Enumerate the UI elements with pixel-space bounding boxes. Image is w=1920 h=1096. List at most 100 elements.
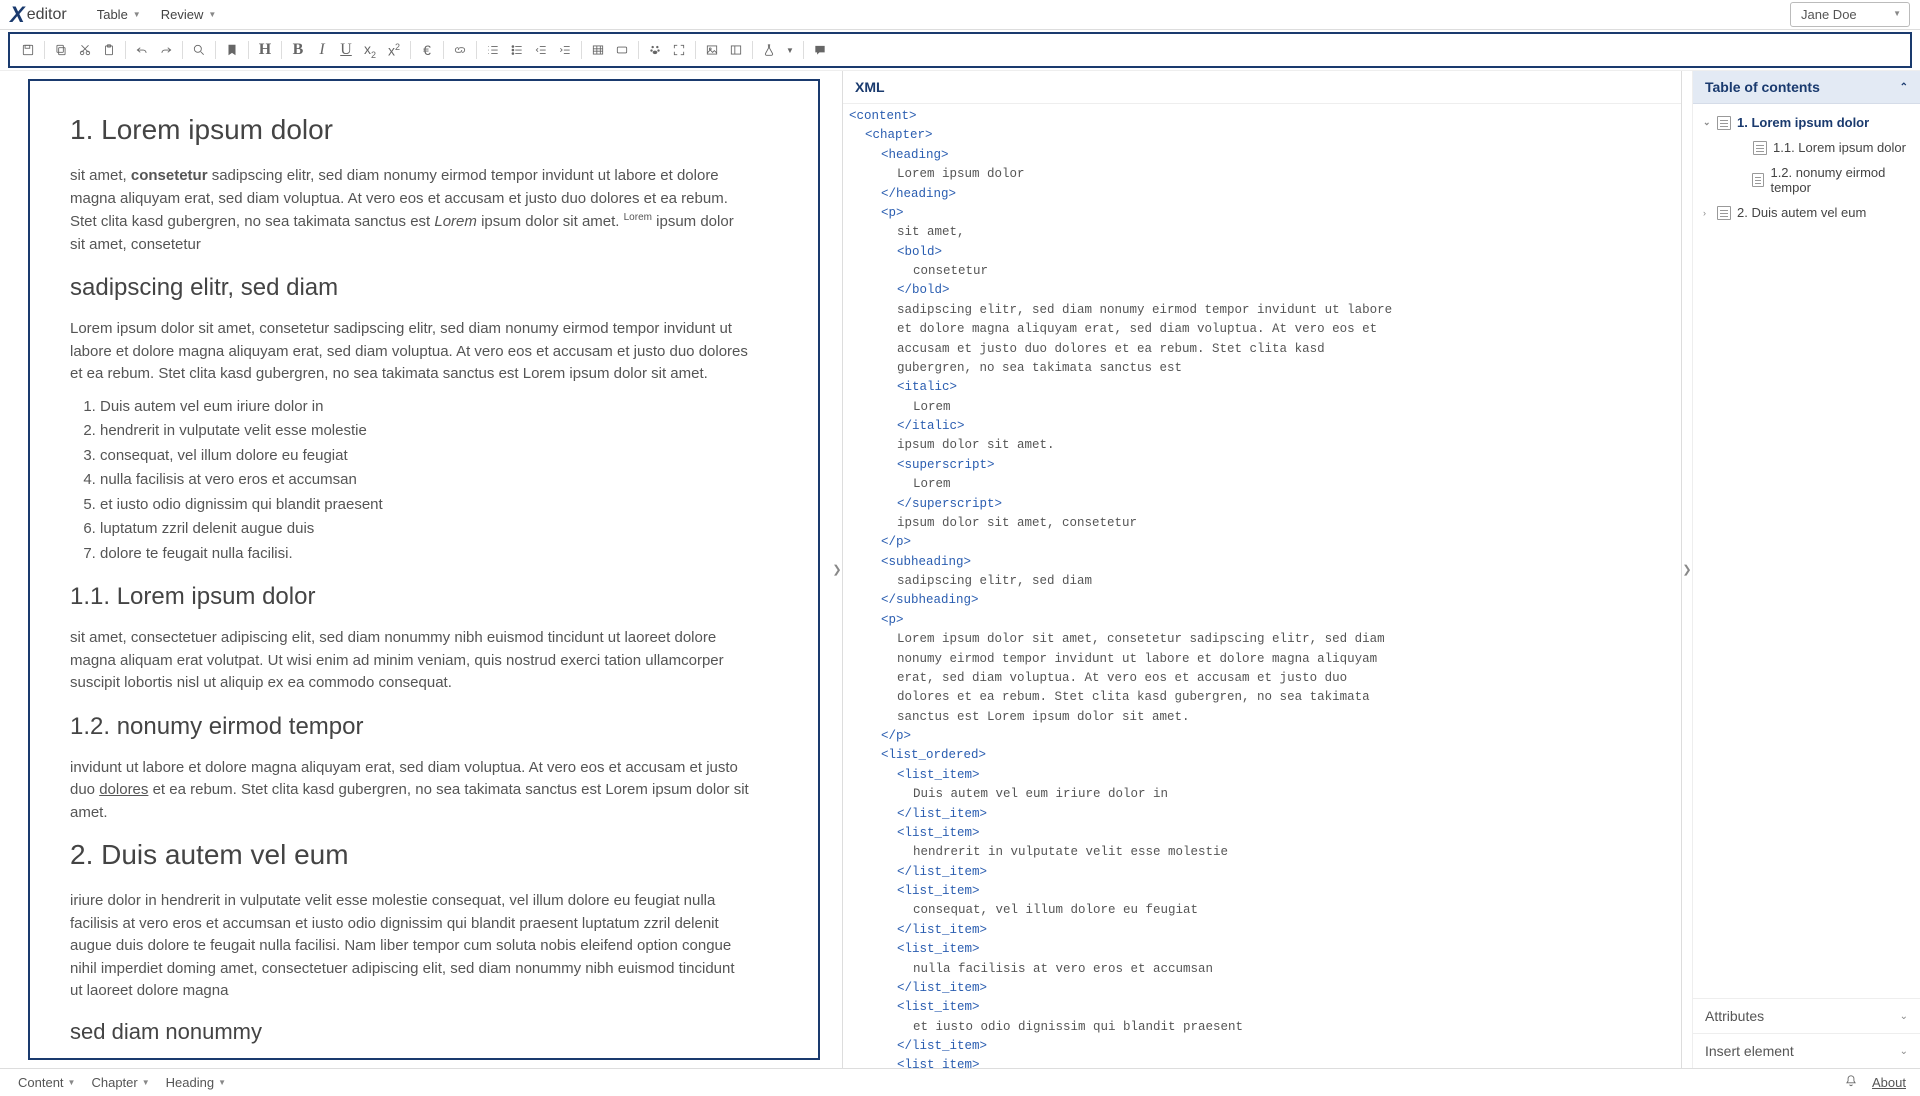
menu-table[interactable]: Table▼ — [87, 3, 151, 26]
separator — [803, 41, 804, 59]
toc-item[interactable]: ⌄ 1. Lorem ipsum dolor — [1693, 110, 1920, 135]
about-link[interactable]: About — [1872, 1075, 1906, 1090]
chevron-right-icon: ❯ — [832, 563, 841, 576]
app-logo: X editor — [10, 2, 67, 28]
heading-1-2[interactable]: 1.2. nonumy eirmod tempor — [70, 709, 750, 745]
editor-content[interactable]: 1. Lorem ipsum dolor sit amet, consetetu… — [70, 109, 750, 1048]
flask-button[interactable] — [757, 38, 781, 62]
chevron-down-icon: ⌄ — [1900, 1011, 1908, 1022]
attributes-panel-toggle[interactable]: Attributes ⌄ — [1693, 999, 1920, 1033]
chevron-up-icon: ⌃ — [1900, 82, 1908, 93]
toc-label: 1.1. Lorem ipsum dolor — [1773, 140, 1906, 155]
subscript-button[interactable]: x2 — [358, 38, 382, 62]
paste-button[interactable] — [97, 38, 121, 62]
image-button[interactable] — [700, 38, 724, 62]
chevron-down-icon: ⌄ — [1900, 1046, 1908, 1057]
outdent-button[interactable] — [529, 38, 553, 62]
attributes-label: Attributes — [1705, 1008, 1764, 1024]
copy-button[interactable] — [49, 38, 73, 62]
indent-button[interactable] — [553, 38, 577, 62]
bold-button[interactable]: B — [286, 38, 310, 62]
notifications-icon[interactable] — [1844, 1074, 1858, 1091]
list-item[interactable]: hendrerit in vulputate velit esse molest… — [100, 420, 750, 443]
breadcrumb-content[interactable]: Content▼ — [10, 1072, 83, 1093]
expand-button[interactable] — [667, 38, 691, 62]
breadcrumb-chapter[interactable]: Chapter▼ — [83, 1072, 157, 1093]
xml-pane: XML <content><chapter><heading>Lorem ips… — [842, 71, 1682, 1068]
toc-title: Table of contents — [1705, 79, 1820, 95]
search-button[interactable] — [187, 38, 211, 62]
user-dropdown[interactable]: Jane Doe — [1790, 2, 1910, 27]
toc-label: 2. Duis autem vel eum — [1737, 205, 1866, 220]
unordered-list-button[interactable] — [505, 38, 529, 62]
list-item[interactable]: Duis autem vel eum iriure dolor in — [100, 396, 750, 419]
page-icon — [1717, 206, 1731, 220]
splitter-right[interactable]: ❯ — [1682, 71, 1692, 1068]
heading-2[interactable]: 2. Duis autem vel eum — [70, 834, 750, 876]
list-item[interactable]: luptatum zzril delenit augue duis — [100, 518, 750, 541]
sidebar-button[interactable] — [724, 38, 748, 62]
paragraph[interactable]: Lorem ipsum dolor sit amet, consetetur s… — [70, 318, 750, 386]
italic-text: Lorem — [434, 213, 477, 230]
toc-item[interactable]: › 2. Duis autem vel eum — [1693, 200, 1920, 225]
menu-review[interactable]: Review▼ — [151, 3, 227, 26]
bookmark-button[interactable] — [220, 38, 244, 62]
editor-scroll[interactable]: 1. Lorem ipsum dolor sit amet, consetetu… — [28, 79, 820, 1060]
superscript-button[interactable]: x2 — [382, 38, 406, 62]
chevron-right-icon: ❯ — [1682, 563, 1691, 576]
table-button[interactable] — [586, 38, 610, 62]
breadcrumb-heading[interactable]: Heading▼ — [158, 1072, 234, 1093]
toc-item[interactable]: 1.1. Lorem ipsum dolor — [1693, 135, 1920, 160]
flask-caret[interactable]: ▼ — [781, 38, 799, 62]
italic-button[interactable]: I — [310, 38, 334, 62]
paragraph[interactable]: sit amet, consetetur sadipscing elitr, s… — [70, 165, 750, 256]
toc-label: 1. Lorem ipsum dolor — [1737, 115, 1869, 130]
insert-panel-toggle[interactable]: Insert element ⌄ — [1693, 1034, 1920, 1068]
save-button[interactable] — [16, 38, 40, 62]
underline-button[interactable]: U — [334, 38, 358, 62]
paragraph[interactable]: sit amet, consectetuer adipiscing elit, … — [70, 627, 750, 695]
undo-button[interactable] — [130, 38, 154, 62]
heading-1-1[interactable]: 1.1. Lorem ipsum dolor — [70, 579, 750, 615]
container-button[interactable] — [610, 38, 634, 62]
separator — [443, 41, 444, 59]
separator — [44, 41, 45, 59]
heading-1[interactable]: 1. Lorem ipsum dolor — [70, 109, 750, 151]
xml-source[interactable]: <content><chapter><heading>Lorem ipsum d… — [843, 104, 1681, 1068]
currency-button[interactable]: € — [415, 38, 439, 62]
separator — [410, 41, 411, 59]
toc-header[interactable]: Table of contents ⌃ — [1693, 71, 1920, 104]
toc-item[interactable]: 1.2. nonumy eirmod tempor — [1693, 160, 1920, 200]
ordered-list-button[interactable] — [481, 38, 505, 62]
cut-button[interactable] — [73, 38, 97, 62]
separator — [638, 41, 639, 59]
subheading[interactable]: sed diam nonummy — [70, 1015, 750, 1048]
subheading[interactable]: sadipscing elitr, sed diam — [70, 270, 750, 306]
heading-button[interactable]: H — [253, 38, 277, 62]
insert-label: Insert element — [1705, 1043, 1794, 1059]
list-item[interactable]: consequat, vel illum dolore eu feugiat — [100, 445, 750, 468]
separator — [476, 41, 477, 59]
bold-text: consetetur — [131, 167, 208, 184]
link-button[interactable] — [448, 38, 472, 62]
ordered-list[interactable]: Duis autem vel eum iriure dolor inhendre… — [100, 396, 750, 566]
comment-button[interactable] — [808, 38, 832, 62]
list-item[interactable]: nulla facilisis at vero eros et accumsan — [100, 469, 750, 492]
list-item[interactable]: dolore te feugait nulla facilisi. — [100, 543, 750, 566]
chevron-down-icon: ▼ — [218, 1078, 226, 1087]
logo-text: editor — [27, 6, 67, 24]
separator — [125, 41, 126, 59]
splitter-left[interactable]: ❯ — [832, 71, 842, 1068]
chevron-right-icon[interactable]: › — [1703, 208, 1717, 218]
superscript-text: Lorem — [624, 212, 652, 223]
paw-button[interactable] — [643, 38, 667, 62]
page-icon — [1717, 116, 1731, 130]
list-item[interactable]: et iusto odio dignissim qui blandit prae… — [100, 494, 750, 517]
paragraph[interactable]: iriure dolor in hendrerit in vulputate v… — [70, 890, 750, 1003]
menu-table-label: Table — [97, 7, 128, 22]
redo-button[interactable] — [154, 38, 178, 62]
chevron-down-icon[interactable]: ⌄ — [1703, 117, 1717, 128]
toolbar: H B I U x2 x2 € ▼ — [8, 32, 1912, 68]
underline-text: dolores — [99, 781, 148, 798]
paragraph[interactable]: invidunt ut labore et dolore magna aliqu… — [70, 757, 750, 825]
